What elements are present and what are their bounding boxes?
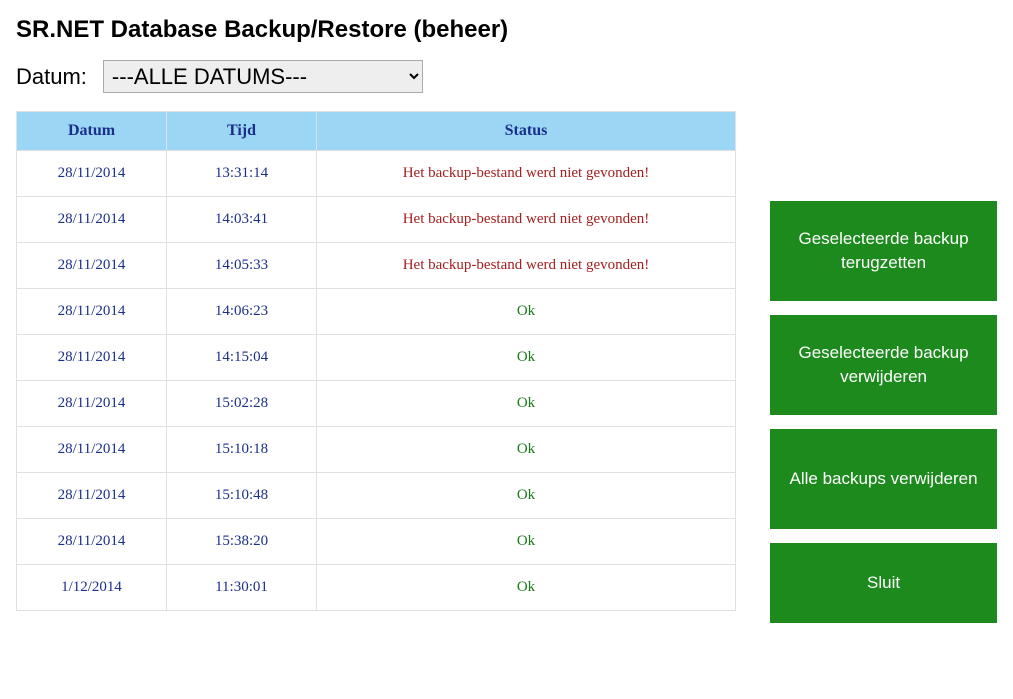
cell-date: 28/11/2014 (17, 243, 167, 289)
cell-date: 28/11/2014 (17, 151, 167, 197)
table-row[interactable]: 28/11/201414:03:41Het backup-bestand wer… (17, 197, 736, 243)
cell-status: Ok (317, 427, 736, 473)
cell-status: Het backup-bestand werd niet gevonden! (317, 197, 736, 243)
cell-time: 15:10:18 (167, 427, 317, 473)
cell-time: 14:05:33 (167, 243, 317, 289)
col-header-time: Tijd (167, 112, 317, 151)
table-row[interactable]: 28/11/201413:31:14Het backup-bestand wer… (17, 151, 736, 197)
cell-date: 28/11/2014 (17, 197, 167, 243)
close-button[interactable]: Sluit (770, 543, 997, 623)
cell-date: 1/12/2014 (17, 565, 167, 611)
table-row[interactable]: 28/11/201415:10:18Ok (17, 427, 736, 473)
backup-table: Datum Tijd Status 28/11/201413:31:14Het … (16, 111, 736, 611)
filter-label: Datum: (16, 64, 87, 90)
cell-status: Het backup-bestand werd niet gevonden! (317, 151, 736, 197)
date-filter-select[interactable]: ---ALLE DATUMS--- (103, 60, 423, 93)
cell-status: Ok (317, 519, 736, 565)
cell-status: Ok (317, 473, 736, 519)
cell-date: 28/11/2014 (17, 289, 167, 335)
cell-status: Ok (317, 335, 736, 381)
cell-time: 15:10:48 (167, 473, 317, 519)
page-title: SR.NET Database Backup/Restore (beheer) (16, 16, 997, 44)
delete-all-button[interactable]: Alle backups verwijderen (770, 429, 997, 529)
cell-status: Ok (317, 289, 736, 335)
cell-time: 14:15:04 (167, 335, 317, 381)
cell-status: Ok (317, 565, 736, 611)
cell-date: 28/11/2014 (17, 335, 167, 381)
table-row[interactable]: 1/12/201411:30:01Ok (17, 565, 736, 611)
table-row[interactable]: 28/11/201415:38:20Ok (17, 519, 736, 565)
table-row[interactable]: 28/11/201415:02:28Ok (17, 381, 736, 427)
cell-status: Ok (317, 381, 736, 427)
col-header-status: Status (317, 112, 736, 151)
table-row[interactable]: 28/11/201414:15:04Ok (17, 335, 736, 381)
cell-time: 14:03:41 (167, 197, 317, 243)
cell-time: 13:31:14 (167, 151, 317, 197)
cell-status: Het backup-bestand werd niet gevonden! (317, 243, 736, 289)
cell-time: 11:30:01 (167, 565, 317, 611)
col-header-date: Datum (17, 112, 167, 151)
backup-table-scroll[interactable]: Datum Tijd Status 28/11/201413:31:14Het … (16, 111, 746, 651)
cell-time: 15:02:28 (167, 381, 317, 427)
filter-row: Datum: ---ALLE DATUMS--- (16, 60, 997, 93)
table-row[interactable]: 28/11/201414:05:33Het backup-bestand wer… (17, 243, 736, 289)
cell-time: 14:06:23 (167, 289, 317, 335)
cell-date: 28/11/2014 (17, 381, 167, 427)
restore-selected-button[interactable]: Geselecteerde backup terugzetten (770, 201, 997, 301)
cell-time: 15:38:20 (167, 519, 317, 565)
cell-date: 28/11/2014 (17, 473, 167, 519)
delete-selected-button[interactable]: Geselecteerde backup verwijderen (770, 315, 997, 415)
action-button-column: Geselecteerde backup terugzetten Geselec… (770, 111, 997, 623)
cell-date: 28/11/2014 (17, 519, 167, 565)
cell-date: 28/11/2014 (17, 427, 167, 473)
table-row[interactable]: 28/11/201415:10:48Ok (17, 473, 736, 519)
table-row[interactable]: 28/11/201414:06:23Ok (17, 289, 736, 335)
